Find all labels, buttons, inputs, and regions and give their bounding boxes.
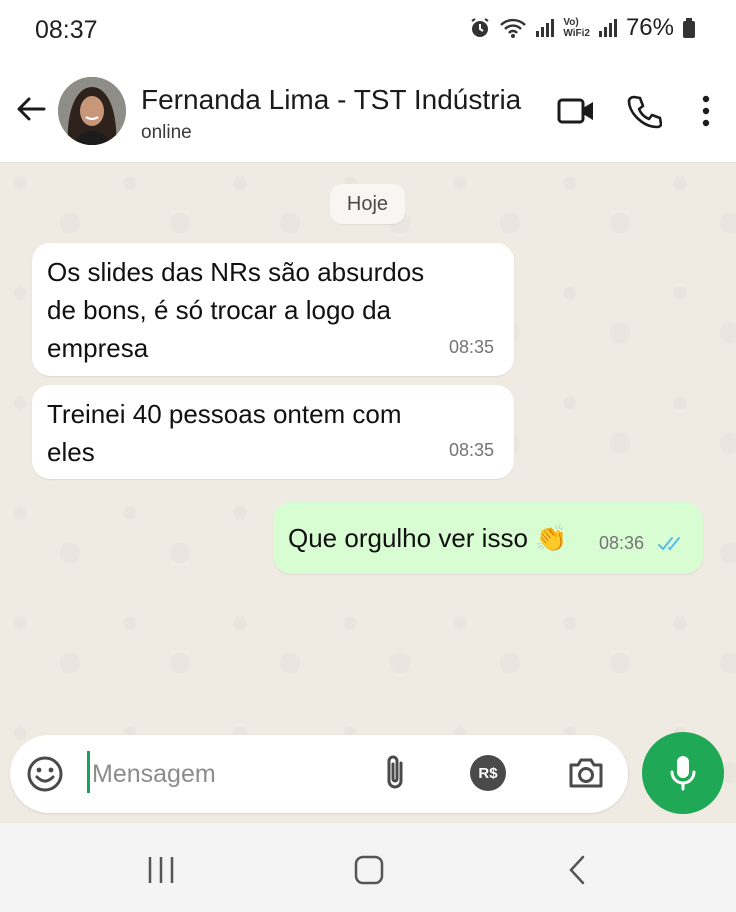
alarm-icon xyxy=(471,18,489,37)
message-bubble-incoming[interactable]: Os slides das NRs são absurdos de bons, … xyxy=(32,243,514,376)
mic-icon xyxy=(670,756,696,791)
message-line: eles xyxy=(47,437,95,467)
contact-status: online xyxy=(141,122,192,143)
message-time: 08:35 xyxy=(448,337,494,357)
message-time: 08:35 xyxy=(448,440,494,460)
video-call-icon[interactable] xyxy=(557,94,595,128)
message-composer: R$ xyxy=(10,735,628,813)
message-meta: 08:36 xyxy=(599,524,687,562)
message-line: Treinei 40 pessoas ontem com xyxy=(47,399,402,429)
message-time: 08:36 xyxy=(598,533,644,553)
chat-header: Fernanda Lima - TST Indústria online xyxy=(0,62,736,163)
payment-icon[interactable]: R$ xyxy=(470,755,506,791)
battery-level: 76% xyxy=(625,14,674,41)
home-icon[interactable] xyxy=(354,855,384,885)
volte-wifi2-label: Vo) WiFi2 xyxy=(563,17,590,39)
message-line: Os slides das NRs são absurdos xyxy=(47,257,425,287)
mic-button[interactable] xyxy=(642,732,724,814)
message-line: de bons, é só trocar a logo da xyxy=(47,295,392,325)
attach-icon[interactable] xyxy=(381,753,411,793)
more-vert-icon[interactable] xyxy=(700,94,712,128)
message-bubble-outgoing[interactable]: Que orgulho ver isso 👏 08:36 xyxy=(273,502,703,574)
camera-icon[interactable] xyxy=(567,755,605,791)
message-line: Que orgulho ver isso 👏 xyxy=(288,523,568,553)
recent-apps-icon[interactable] xyxy=(146,855,176,885)
signal-icon xyxy=(536,19,555,37)
status-icons: Vo) WiFi2 76% xyxy=(469,14,696,42)
avatar-photo xyxy=(58,77,126,145)
system-nav-bar xyxy=(0,823,736,912)
wifi2-label: WiFi2 xyxy=(563,28,590,39)
message-text: Os slides das NRs são absurdos de bons, … xyxy=(47,253,424,367)
read-ticks-icon xyxy=(658,537,680,551)
wifi-icon xyxy=(500,18,527,38)
message-bubble-incoming[interactable]: Treinei 40 pessoas ontem com eles 08:35 xyxy=(32,385,514,479)
payment-label: R$ xyxy=(478,764,498,782)
nav-back-icon[interactable] xyxy=(566,855,588,885)
phone-icon[interactable] xyxy=(626,94,662,130)
contact-name[interactable]: Fernanda Lima - TST Indústria xyxy=(141,84,521,116)
volte-label: Vo) xyxy=(563,17,579,28)
status-bar: 08:37 Vo) WiFi2 76% xyxy=(0,0,736,62)
message-line: empresa xyxy=(47,333,149,363)
signal-icon-2 xyxy=(598,19,617,37)
emoji-icon[interactable] xyxy=(26,755,64,793)
date-chip: Hoje xyxy=(330,184,405,224)
back-arrow-icon[interactable] xyxy=(14,92,48,126)
message-input[interactable] xyxy=(90,751,364,797)
chat-area[interactable]: Hoje Os slides das NRs são absurdos de b… xyxy=(0,163,736,823)
message-text: Que orgulho ver isso 👏 xyxy=(288,519,568,557)
avatar[interactable] xyxy=(58,77,126,145)
status-time: 08:37 xyxy=(35,16,98,44)
battery-icon xyxy=(683,18,695,38)
message-text: Treinei 40 pessoas ontem com eles xyxy=(47,395,402,471)
